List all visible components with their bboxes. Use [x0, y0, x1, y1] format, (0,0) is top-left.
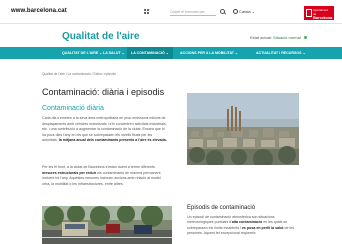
- city-skyline-image: [187, 93, 299, 165]
- section-title-daily: Contaminació diària: [42, 105, 104, 112]
- logo-line-2: Barcelona: [313, 15, 333, 20]
- coat-of-arms-icon: [306, 9, 312, 17]
- search-icon[interactable]: [220, 9, 225, 14]
- nav-item-contaminacio[interactable]: LA CONTAMINACIÓ ⌄: [127, 47, 173, 59]
- paragraph-daily: Cada dia s'emeten a la seva àrea metropo…: [42, 116, 167, 143]
- main-nav: QUALITAT DE L'AIRE ⌄ LA SALUT ⌄ LA CONTA…: [0, 47, 342, 59]
- nav-item-actualitat[interactable]: ACTUALITAT I RECURSOS ⌄: [256, 47, 306, 59]
- globe-icon: [233, 9, 238, 15]
- status-indicator: [303, 36, 307, 40]
- site-title[interactable]: Qualitat de l'aire: [62, 31, 139, 42]
- section-title-episodes: Episodis de contaminació: [187, 205, 256, 211]
- ajuntament-logo[interactable]: Ajuntament de Barcelona: [304, 6, 334, 20]
- nav-item-qualitat[interactable]: QUALITAT DE L'AIRE ⌄: [62, 47, 102, 59]
- air-status: Estat actual: Situació normal: [250, 35, 307, 40]
- nav-item-mobilitat[interactable]: ACCIONS PER A LA MOBILITAT ⌄: [180, 47, 238, 59]
- apps-grid-icon[interactable]: [144, 9, 150, 15]
- portal-link[interactable]: www.barcelona.cat: [11, 8, 67, 14]
- breadcrumb[interactable]: Qualitat de l'aire / La contaminació / D…: [42, 72, 116, 76]
- nav-item-salut[interactable]: LA SALUT ⌄: [103, 47, 125, 59]
- search-input[interactable]: Omple el formulari per...: [170, 9, 216, 16]
- paragraph-measures: Per les fil front, a la ciutat de Barcel…: [42, 165, 161, 186]
- status-value: Situació normal: [273, 35, 301, 40]
- street-traffic-image: [42, 206, 172, 244]
- language-label: Català: [239, 9, 251, 14]
- paragraph-episodes: Un episodi de contaminació atmosfèrica s…: [187, 215, 295, 236]
- page-title: Contaminació: diària i episodis: [42, 87, 165, 97]
- top-bar: www.barcelona.cat Omple el formulari per…: [0, 0, 342, 24]
- status-label: Estat actual:: [250, 35, 273, 40]
- language-selector[interactable]: Català ⌄: [233, 9, 255, 15]
